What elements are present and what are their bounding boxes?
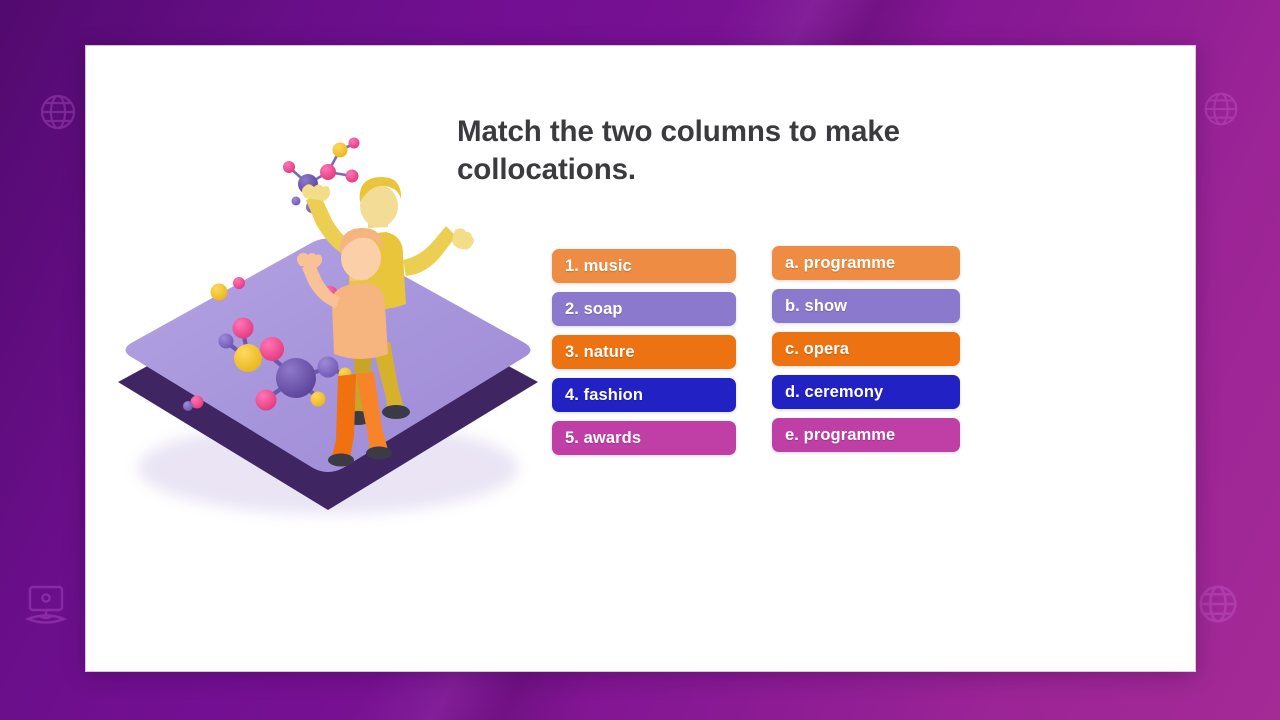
chip-right-b[interactable]: b. show [772, 289, 960, 323]
chip-right-c[interactable]: c. opera [772, 332, 960, 366]
chip-right-a[interactable]: a. programme [772, 246, 960, 280]
chip-left-5[interactable]: 5. awards [552, 421, 736, 455]
chip-left-2[interactable]: 2. soap [552, 292, 736, 326]
globe-icon [34, 88, 82, 136]
page-title: Match the two columns to make collocatio… [457, 115, 900, 186]
chip-right-e[interactable]: e. programme [772, 418, 960, 452]
slide-panel: Match the two columns to make collocatio… [86, 46, 1195, 671]
left-column: 1. music 2. soap 3. nature 4. fashion 5.… [552, 249, 736, 455]
globe-icon [1198, 86, 1244, 132]
computer-icon [18, 575, 74, 631]
chip-right-d[interactable]: d. ceremony [772, 375, 960, 409]
globe-icon [1192, 578, 1244, 630]
chip-left-1[interactable]: 1. music [552, 249, 736, 283]
chip-left-4[interactable]: 4. fashion [552, 378, 736, 412]
slide-background: Match the two columns to make collocatio… [0, 0, 1280, 720]
chip-left-3[interactable]: 3. nature [552, 335, 736, 369]
right-column: a. programme b. show c. opera d. ceremon… [772, 246, 960, 452]
